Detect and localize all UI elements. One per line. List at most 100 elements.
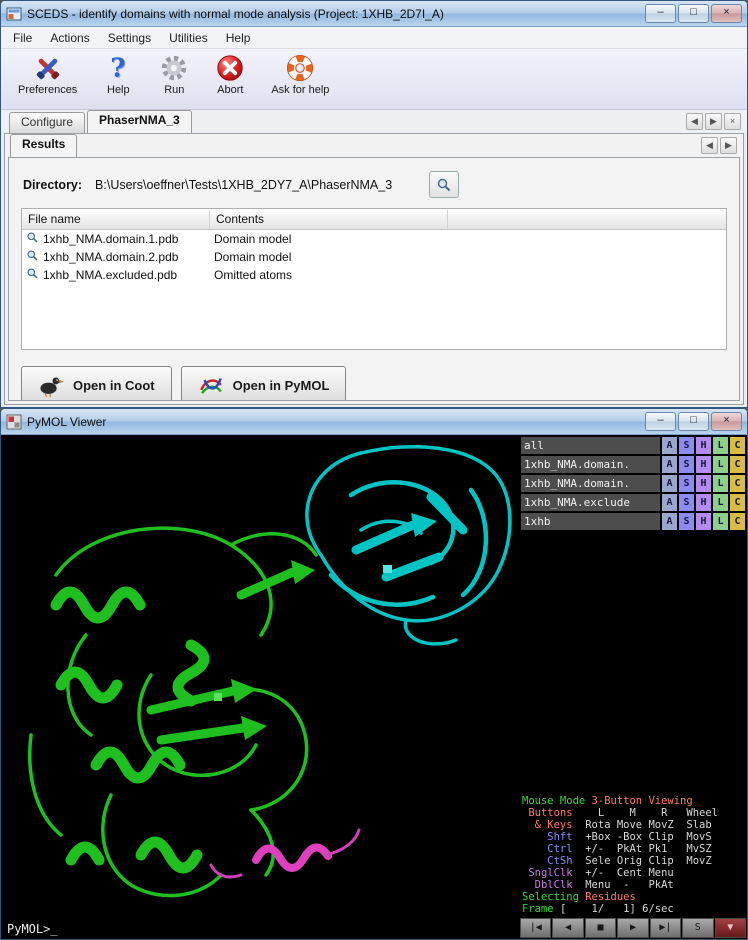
sceds-close-button[interactable]: × — [711, 4, 742, 23]
object-a-button[interactable]: A — [662, 513, 677, 530]
tab-phasernma-3[interactable]: PhaserNMA_3 — [87, 110, 192, 133]
pymol-command-prompt[interactable]: PyMOL>_ — [7, 922, 58, 936]
object-c-button[interactable]: C — [730, 437, 745, 454]
results-file-table: File name Contents 1xhb_NMA.domain.1.pdb… — [21, 208, 727, 350]
object-s-button[interactable]: S — [679, 437, 694, 454]
column-header-contents[interactable]: Contents — [210, 210, 448, 228]
object-h-button[interactable]: H — [696, 437, 711, 454]
object-name[interactable]: all — [521, 437, 660, 454]
object-l-button[interactable]: L — [713, 456, 728, 473]
object-a-button[interactable]: A — [662, 475, 677, 492]
mouse-help-text: 3-Button Viewing — [592, 795, 693, 807]
sceds-window-title: SCEDS - identify domains with normal mod… — [27, 7, 640, 21]
scene-button[interactable]: S — [682, 918, 713, 938]
object-h-button[interactable]: H — [696, 494, 711, 511]
mouse-help-line: & Keys Rota Move MovZ Slab — [522, 819, 747, 831]
open-in-pymol-button[interactable]: Open in PyMOL — [181, 366, 347, 401]
table-row[interactable]: 1xhb_NMA.domain.1.pdbDomain model — [22, 230, 726, 248]
tab-configure[interactable]: Configure — [9, 112, 85, 133]
object-s-button[interactable]: S — [679, 456, 694, 473]
toolbar-abort-button[interactable]: Abort — [212, 52, 248, 97]
results-tab-bar: Results ◀▶ — [5, 134, 743, 157]
mouse-help-line: Buttons L M R Wheel — [522, 807, 747, 819]
object-h-button[interactable]: H — [696, 475, 711, 492]
step-back-button[interactable]: ◀ — [552, 918, 583, 938]
mouse-help-text: & Keys — [522, 819, 579, 831]
tab-results[interactable]: Results — [10, 134, 77, 157]
object-s-button[interactable]: S — [679, 513, 694, 530]
object-l-button[interactable]: L — [713, 513, 728, 530]
object-a-button[interactable]: A — [662, 494, 677, 511]
file-contents: Domain model — [206, 250, 444, 264]
mouse-help-text: Mouse Mode — [522, 795, 592, 807]
menu-actions[interactable]: Actions — [42, 29, 97, 47]
object-s-button[interactable]: S — [679, 475, 694, 492]
stop-button[interactable]: ■ — [585, 918, 616, 938]
object-c-button[interactable]: C — [730, 494, 745, 511]
pymol-close-button[interactable]: × — [711, 412, 742, 431]
table-row[interactable]: 1xhb_NMA.excluded.pdbOmitted atoms — [22, 266, 726, 284]
results-tabs: Results — [10, 134, 79, 157]
play-button[interactable]: ▶ — [617, 918, 648, 938]
object-row: 1xhb_NMA.domain.ASHLC — [521, 475, 745, 492]
object-a-button[interactable]: A — [662, 437, 677, 454]
movie-control-bar: |◀◀■▶▶|S▼ — [519, 917, 747, 939]
toolbar-run-button[interactable]: Run — [156, 52, 192, 97]
menu-utilities[interactable]: Utilities — [161, 29, 216, 47]
pymol-viewport[interactable]: PyMOL>_ — [1, 435, 519, 939]
object-l-button[interactable]: L — [713, 494, 728, 511]
object-row: 1xhb_NMA.domain.ASHLC — [521, 456, 745, 473]
mouse-help-text: SnglClk — [522, 867, 579, 879]
pymol-maximize-button[interactable]: □ — [678, 412, 709, 431]
object-a-button[interactable]: A — [662, 456, 677, 473]
menu-help[interactable]: Help — [218, 29, 259, 47]
main-tab-bar: ConfigurePhaserNMA_3 ◀▶× — [1, 110, 747, 133]
protein-structure — [1, 435, 519, 939]
mouse-help-line: CtSh Sele Orig Clip MovZ — [522, 855, 747, 867]
preferences-icon — [33, 53, 63, 83]
toolbar-label: Preferences — [18, 84, 77, 96]
lifebuoy-icon — [285, 53, 315, 83]
object-s-button[interactable]: S — [679, 494, 694, 511]
tab-scroll-right-button[interactable]: ▶ — [705, 113, 722, 130]
object-h-button[interactable]: H — [696, 513, 711, 530]
record-button[interactable]: ▼ — [715, 918, 746, 938]
mouse-help-text: [ 1/ 1] 6/sec — [560, 903, 674, 915]
object-c-button[interactable]: C — [730, 513, 745, 530]
object-name[interactable]: 1xhb_NMA.domain. — [521, 475, 660, 492]
step-forward-button[interactable]: ▶| — [650, 918, 681, 938]
results-scroll-left-button[interactable]: ◀ — [701, 137, 718, 154]
object-c-button[interactable]: C — [730, 475, 745, 492]
svg-text:?: ? — [111, 53, 126, 83]
pymol-minimize-button[interactable]: – — [645, 412, 676, 431]
object-name[interactable]: 1xhb — [521, 513, 660, 530]
menu-settings[interactable]: Settings — [100, 29, 159, 47]
tab-scroll-left-button[interactable]: ◀ — [686, 113, 703, 130]
toolbar-help-button[interactable]: ??Help — [100, 52, 136, 97]
sceds-maximize-button[interactable]: □ — [678, 4, 709, 23]
toolbar-preferences-button[interactable]: Preferences — [15, 52, 80, 97]
object-c-button[interactable]: C — [730, 456, 745, 473]
column-header-file-name[interactable]: File name — [22, 210, 210, 228]
table-row[interactable]: 1xhb_NMA.domain.2.pdbDomain model — [22, 248, 726, 266]
run-icon — [159, 53, 189, 83]
object-h-button[interactable]: H — [696, 456, 711, 473]
mouse-help-text: +/- Cent Menu — [579, 867, 674, 879]
object-l-button[interactable]: L — [713, 437, 728, 454]
toolbar-label: Abort — [217, 84, 243, 96]
object-name[interactable]: 1xhb_NMA.exclude — [521, 494, 660, 511]
open-in-coot-button[interactable]: Open in Coot — [21, 366, 172, 401]
menu-file[interactable]: File — [5, 29, 40, 47]
results-scroll-right-button[interactable]: ▶ — [720, 137, 737, 154]
sceds-titlebar[interactable]: SCEDS - identify domains with normal mod… — [1, 1, 747, 27]
browse-directory-button[interactable] — [429, 171, 459, 198]
pymol-titlebar[interactable]: PyMOL Viewer –□× — [1, 409, 747, 435]
mouse-help-text: +Box -Box Clip MovS — [579, 831, 712, 843]
object-l-button[interactable]: L — [713, 475, 728, 492]
tab-close-button[interactable]: × — [724, 113, 741, 130]
rewind-button[interactable]: |◀ — [520, 918, 551, 938]
toolbar-ask-for-help-button[interactable]: Ask for help — [268, 52, 332, 97]
sceds-minimize-button[interactable]: – — [645, 4, 676, 23]
object-name[interactable]: 1xhb_NMA.domain. — [521, 456, 660, 473]
mouse-help-text: Rota Move MovZ Slab — [579, 819, 712, 831]
